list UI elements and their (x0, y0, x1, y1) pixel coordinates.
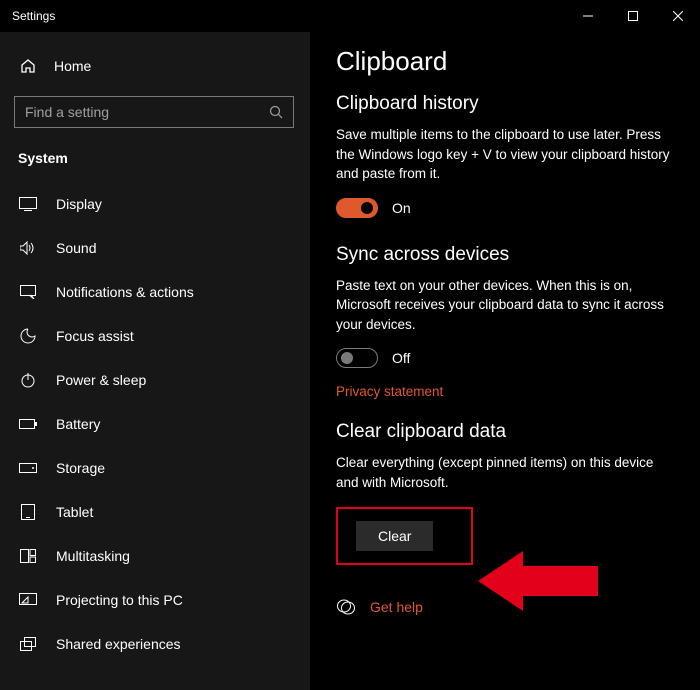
sidebar-item-label: Battery (56, 416, 100, 432)
sync-desc: Paste text on your other devices. When t… (336, 276, 674, 335)
sidebar-item-storage[interactable]: Storage (0, 446, 310, 490)
home-nav[interactable]: Home (0, 46, 310, 86)
sidebar-item-label: Projecting to this PC (56, 592, 183, 608)
display-icon (18, 197, 38, 211)
sidebar-item-projecting[interactable]: Projecting to this PC (0, 578, 310, 622)
search-input[interactable] (25, 104, 265, 120)
clear-desc: Clear everything (except pinned items) o… (336, 453, 674, 492)
notifications-icon (18, 285, 38, 299)
home-label: Home (54, 58, 91, 74)
sidebar-item-power-sleep[interactable]: Power & sleep (0, 358, 310, 402)
clipboard-history-desc: Save multiple items to the clipboard to … (336, 125, 674, 184)
sidebar-item-label: Storage (56, 460, 105, 476)
sidebar-item-battery[interactable]: Battery (0, 402, 310, 446)
window-title: Settings (12, 9, 55, 23)
sidebar-item-label: Sound (56, 240, 96, 256)
battery-icon (18, 418, 38, 430)
clear-highlight-annotation: Clear (336, 507, 473, 565)
sync-toggle-label: Off (392, 350, 410, 366)
tablet-icon (18, 504, 38, 520)
maximize-button[interactable] (610, 0, 655, 32)
sidebar-item-label: Focus assist (56, 328, 134, 344)
sidebar-item-label: Power & sleep (56, 372, 146, 388)
clipboard-history-toggle[interactable] (336, 198, 378, 218)
content-pane: Clipboard Clipboard history Save multipl… (310, 32, 700, 690)
home-icon (18, 58, 38, 74)
title-bar: Settings (0, 0, 700, 32)
search-box[interactable] (14, 96, 294, 128)
help-icon (336, 599, 356, 615)
shared-icon (18, 637, 38, 651)
projecting-icon (18, 593, 38, 607)
multitasking-icon (18, 549, 38, 563)
clear-heading: Clear clipboard data (336, 421, 674, 443)
focus-assist-icon (18, 328, 38, 344)
sidebar-item-label: Shared experiences (56, 636, 181, 652)
privacy-statement-link[interactable]: Privacy statement (336, 384, 674, 399)
search-icon (269, 105, 283, 119)
sync-heading: Sync across devices (336, 244, 674, 266)
clipboard-history-toggle-label: On (392, 200, 411, 216)
storage-icon (18, 463, 38, 473)
get-help-link[interactable]: Get help (370, 599, 423, 615)
clear-button[interactable]: Clear (356, 521, 433, 551)
sidebar-item-tablet[interactable]: Tablet (0, 490, 310, 534)
power-icon (18, 372, 38, 388)
sidebar: Home System Display Sound Notification (0, 32, 310, 690)
close-button[interactable] (655, 0, 700, 32)
minimize-button[interactable] (565, 0, 610, 32)
sidebar-item-display[interactable]: Display (0, 182, 310, 226)
sidebar-item-shared-experiences[interactable]: Shared experiences (0, 622, 310, 666)
sidebar-item-label: Display (56, 196, 102, 212)
window-controls (565, 0, 700, 32)
sidebar-item-label: Multitasking (56, 548, 130, 564)
clipboard-history-heading: Clipboard history (336, 93, 674, 115)
sidebar-item-label: Tablet (56, 504, 93, 520)
sidebar-item-multitasking[interactable]: Multitasking (0, 534, 310, 578)
sidebar-item-notifications[interactable]: Notifications & actions (0, 270, 310, 314)
sidebar-section-label: System (0, 138, 310, 180)
page-title: Clipboard (336, 46, 674, 77)
sidebar-item-focus-assist[interactable]: Focus assist (0, 314, 310, 358)
sync-toggle[interactable] (336, 348, 378, 368)
sidebar-item-label: Notifications & actions (56, 284, 194, 300)
sidebar-item-sound[interactable]: Sound (0, 226, 310, 270)
sound-icon (18, 241, 38, 255)
